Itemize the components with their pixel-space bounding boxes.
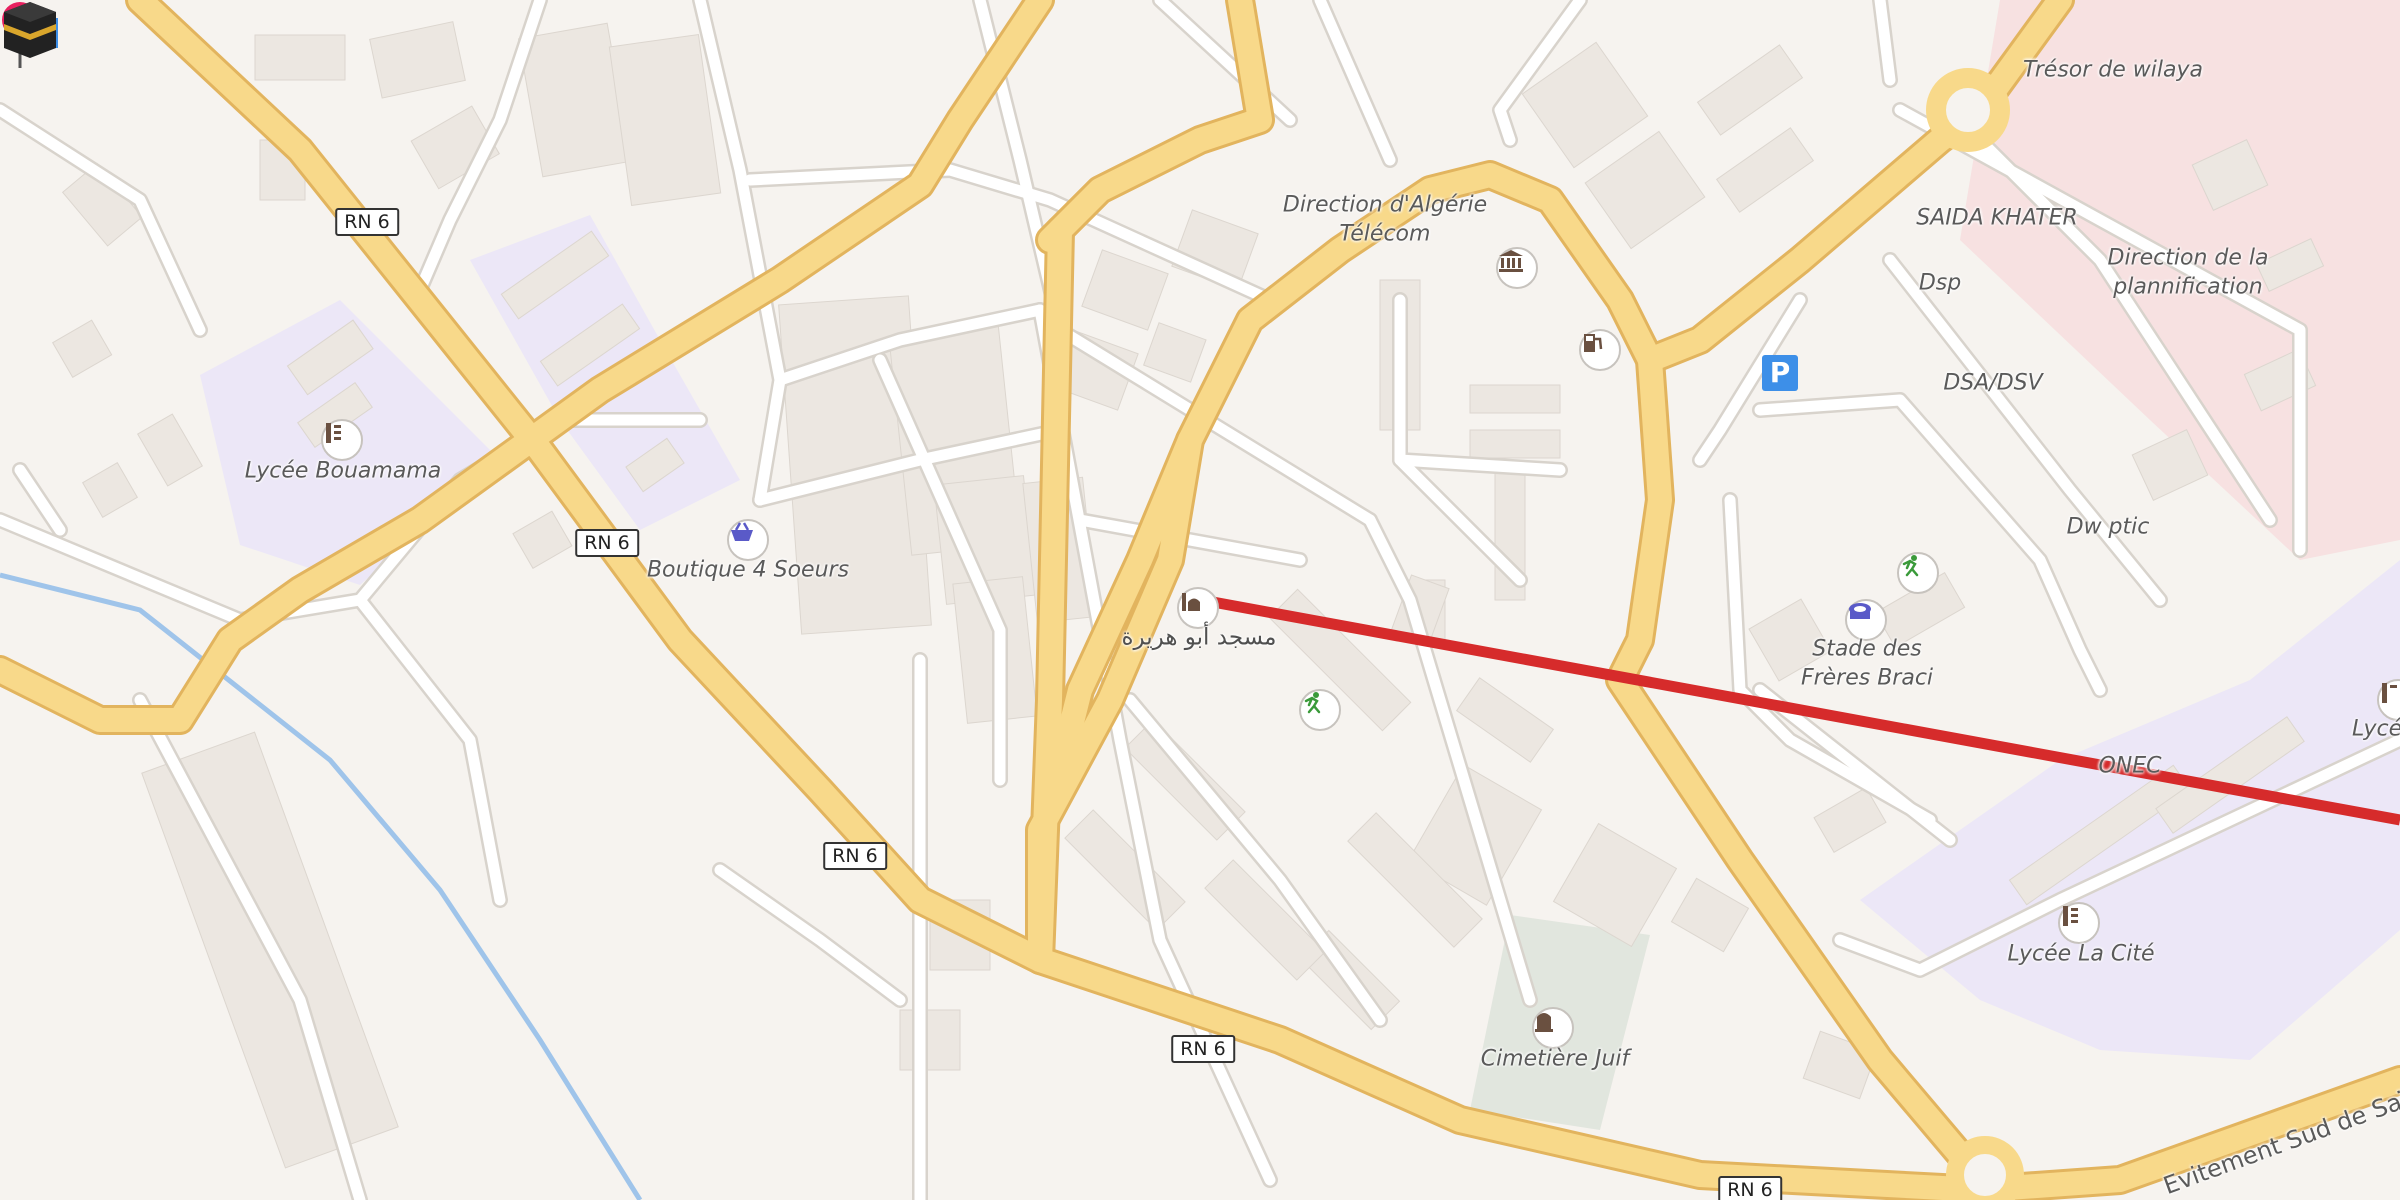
cemetery-icon[interactable]: [1532, 1007, 1574, 1049]
place-label-cimetiere: Cimetière Juif: [1480, 1046, 1630, 1072]
road-shield-rn6: RN 6: [335, 208, 399, 236]
sport-icon[interactable]: [1299, 689, 1341, 731]
kaaba-icon[interactable]: [0, 0, 62, 58]
place-label-dsp: Dsp: [1918, 270, 1962, 296]
school-icon[interactable]: [321, 419, 363, 461]
place-label-dsa-dsv: DSA/DSV: [1943, 370, 2043, 396]
place-label-boutique: Boutique 4 Soeurs: [646, 557, 850, 583]
road-shield-rn6: RN 6: [823, 842, 887, 870]
place-label-saida-khater: SAIDA KHATER: [1916, 205, 2078, 231]
road-shield-rn6: RN 6: [1718, 1176, 1782, 1200]
place-label-direction-telecom-2: Télécom: [1339, 221, 1431, 247]
roundabout: [1926, 68, 2010, 152]
parking-icon[interactable]: P: [1762, 355, 1798, 391]
place-label-direction-plan: Direction de la: [2107, 245, 2269, 271]
roundabout-south: [1946, 1136, 2024, 1200]
sport-icon[interactable]: [1897, 552, 1939, 594]
road-shield-rn6: RN 6: [1171, 1035, 1235, 1063]
place-label-lycee-la-cite: Lycée La Cité: [2007, 941, 2155, 967]
place-label-mosque: مسجد أبو هريرة: [1121, 624, 1277, 651]
school-icon[interactable]: [2058, 902, 2100, 944]
place-label-lycee-bouamama: Lycée Bouamama: [244, 458, 442, 484]
place-label-direction-telecom: Direction d'Algérie: [1282, 192, 1488, 218]
place-label-stade: Stade des: [1812, 636, 1922, 662]
place-label-dw-ptic: Dw ptic: [2066, 514, 2150, 540]
bank-icon[interactable]: [1496, 247, 1538, 289]
fuel-icon[interactable]: [1579, 329, 1621, 371]
place-label-stade-2: Frères Braci: [1800, 665, 1934, 691]
place-label-lycee-abde: Lycée Abde: [2352, 716, 2400, 742]
place-label-onec: ONEC: [2098, 753, 2162, 779]
road-shield-rn6: RN 6: [575, 529, 639, 557]
map-canvas[interactable]: RN 6 RN 6 RN 6 RN 6 RN 6 P Lycée Bouamam…: [0, 0, 2400, 1200]
place-label-tresor: Trésor de wilaya: [2023, 57, 2203, 83]
place-label-direction-plan-2: plannification: [2113, 274, 2263, 300]
